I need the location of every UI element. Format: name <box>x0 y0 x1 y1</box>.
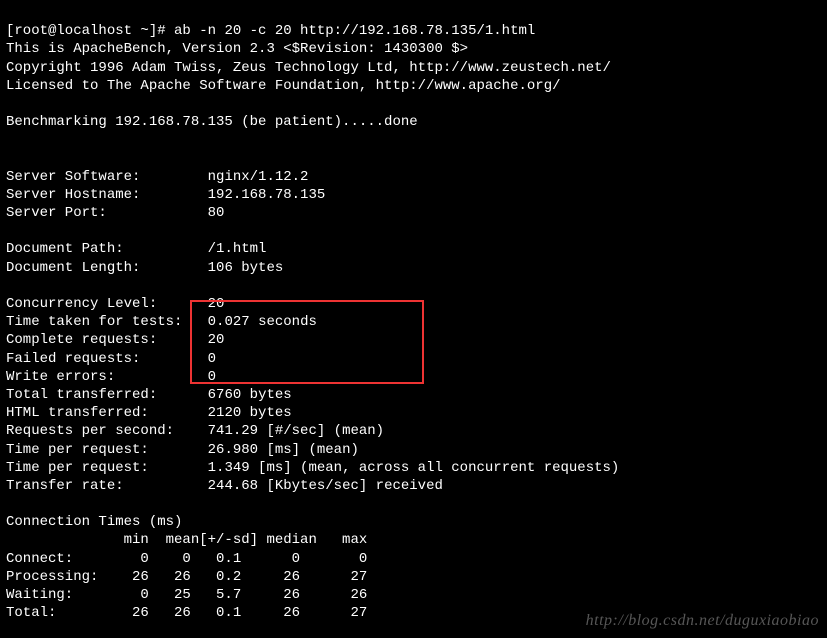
intro-line-1: This is ApacheBench, Version 2.3 <$Revis… <box>6 41 468 57</box>
row-doc-length: Document Length: 106 bytes <box>6 260 283 276</box>
conn-row-connect: Connect: 0 0 0.1 0 0 <box>6 551 367 567</box>
intro-line-2: Copyright 1996 Adam Twiss, Zeus Technolo… <box>6 60 611 76</box>
shell-prompt: [root@localhost ~]# <box>6 23 174 39</box>
benchmark-line: Benchmarking 192.168.78.135 (be patient)… <box>6 114 418 130</box>
conn-row-total: Total: 26 26 0.1 26 27 <box>6 605 367 621</box>
row-server-software: Server Software: nginx/1.12.2 <box>6 169 308 185</box>
row-server-port: Server Port: 80 <box>6 205 224 221</box>
row-server-hostname: Server Hostname: 192.168.78.135 <box>6 187 325 203</box>
intro-line-3: Licensed to The Apache Software Foundati… <box>6 78 561 94</box>
row-concurrency: Concurrency Level: 20 <box>6 296 224 312</box>
conn-row-processing: Processing: 26 26 0.2 26 27 <box>6 569 367 585</box>
conn-times-columns: min mean[+/-sd] median max <box>6 532 367 548</box>
row-html-transferred: HTML transferred: 2120 bytes <box>6 405 292 421</box>
command-line[interactable]: ab -n 20 -c 20 http://192.168.78.135/1.h… <box>174 23 535 39</box>
row-complete-requests: Complete requests: 20 <box>6 332 224 348</box>
row-failed-requests: Failed requests: 0 <box>6 351 216 367</box>
watermark-text: http://blog.csdn.net/duguxiaobiao <box>586 611 819 632</box>
conn-times-header: Connection Times (ms) <box>6 514 182 530</box>
row-tpr-2: Time per request: 1.349 [ms] (mean, acro… <box>6 460 619 476</box>
row-doc-path: Document Path: /1.html <box>6 241 266 257</box>
row-rps: Requests per second: 741.29 [#/sec] (mea… <box>6 423 384 439</box>
row-tpr-1: Time per request: 26.980 [ms] (mean) <box>6 442 359 458</box>
row-transfer-rate: Transfer rate: 244.68 [Kbytes/sec] recei… <box>6 478 443 494</box>
row-total-transferred: Total transferred: 6760 bytes <box>6 387 292 403</box>
row-time-taken: Time taken for tests: 0.027 seconds <box>6 314 317 330</box>
terminal-output: [root@localhost ~]# ab -n 20 -c 20 http:… <box>0 0 827 638</box>
highlight-rectangle <box>190 300 424 384</box>
row-write-errors: Write errors: 0 <box>6 369 216 385</box>
conn-row-waiting: Waiting: 0 25 5.7 26 26 <box>6 587 367 603</box>
